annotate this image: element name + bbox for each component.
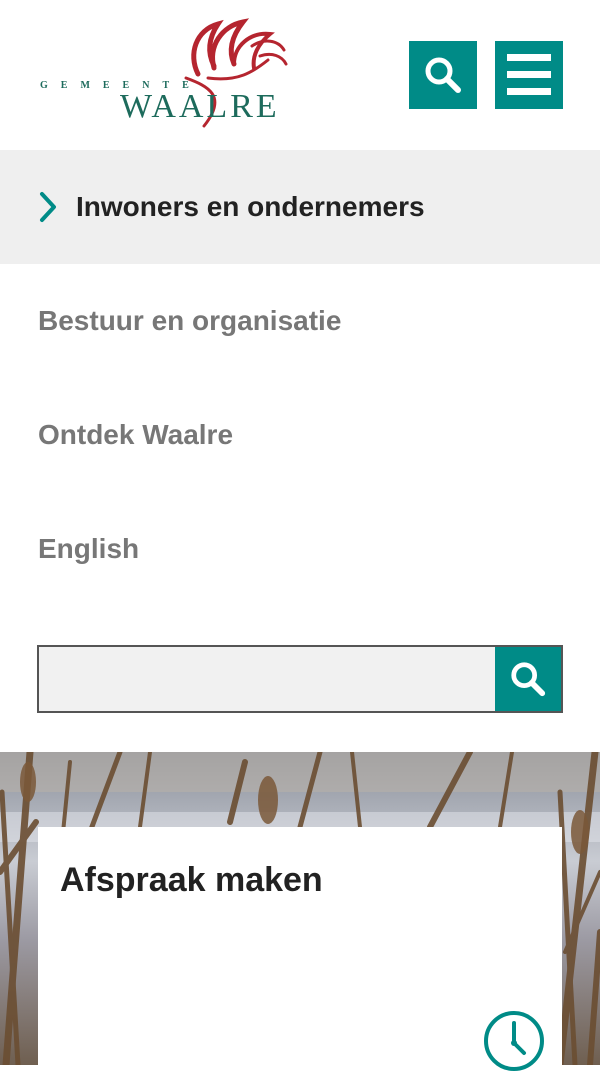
site-header: GEMEENTE WAALRE [0, 0, 600, 150]
header-menu-button[interactable] [495, 41, 563, 109]
hamburger-menu-icon [507, 54, 551, 95]
nav-item-label: English [38, 533, 140, 564]
card-title: Afspraak maken [60, 861, 323, 899]
search-icon [425, 57, 461, 93]
search-form [37, 645, 563, 713]
logo-graphic: GEMEENTE WAALRE [40, 18, 288, 128]
logo-line2: WAALRE [120, 88, 280, 125]
search-input[interactable] [39, 647, 495, 711]
nav-item-label: Inwoners en ondernemers [76, 191, 425, 222]
nav-item-label: Ontdek Waalre [38, 419, 234, 450]
gemeente-waalre-logo[interactable]: GEMEENTE WAALRE [38, 16, 350, 134]
nav-item-ontdek[interactable]: Ontdek Waalre [0, 378, 600, 492]
nav-item-english[interactable]: English [0, 492, 600, 606]
chevron-right-icon [38, 189, 62, 225]
appointment-card[interactable]: Afspraak maken [38, 827, 562, 1077]
nav-item-label: Bestuur en organisatie [38, 305, 342, 336]
search-submit-button[interactable] [495, 647, 561, 711]
nav-item-inwoners[interactable]: Inwoners en ondernemers [0, 150, 600, 264]
clock-icon [482, 1009, 546, 1073]
header-search-button[interactable] [409, 41, 477, 109]
search-icon [511, 662, 546, 697]
main-navigation: Inwoners en ondernemers Bestuur en organ… [0, 150, 600, 606]
nav-item-bestuur[interactable]: Bestuur en organisatie [0, 264, 600, 378]
